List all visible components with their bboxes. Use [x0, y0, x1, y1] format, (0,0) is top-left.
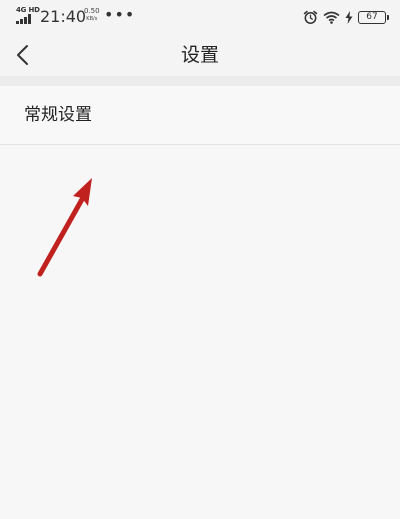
nav-header: 设置	[0, 34, 400, 76]
net-speed-value: 0.50	[84, 7, 100, 15]
settings-item-general[interactable]: 常规设置	[0, 86, 400, 145]
signal-icon	[16, 14, 34, 24]
page-title: 设置	[180, 44, 219, 66]
settings-item-label: 常规设置	[24, 105, 92, 125]
wifi-icon	[323, 11, 340, 24]
status-time: 21:40	[40, 7, 87, 26]
status-bar: 4G HD 21:40 0.50 KB/s ••• 67	[0, 0, 400, 34]
alarm-icon	[303, 10, 318, 24]
settings-screen: 4G HD 21:40 0.50 KB/s ••• 67 设置 常规设置	[0, 0, 400, 519]
charging-icon	[345, 10, 353, 24]
more-notifications-dots: •••	[104, 5, 136, 24]
net-speed: 0.50 KB/s	[84, 7, 100, 23]
status-icons: 67	[303, 8, 389, 26]
network-type-label: 4G HD	[16, 6, 40, 14]
net-speed-unit: KB/s	[86, 16, 98, 22]
section-divider	[0, 76, 400, 86]
battery-icon: 67	[358, 10, 389, 24]
annotation-arrow-icon	[37, 178, 92, 277]
chevron-left-icon	[17, 45, 28, 65]
back-button[interactable]	[10, 40, 38, 70]
